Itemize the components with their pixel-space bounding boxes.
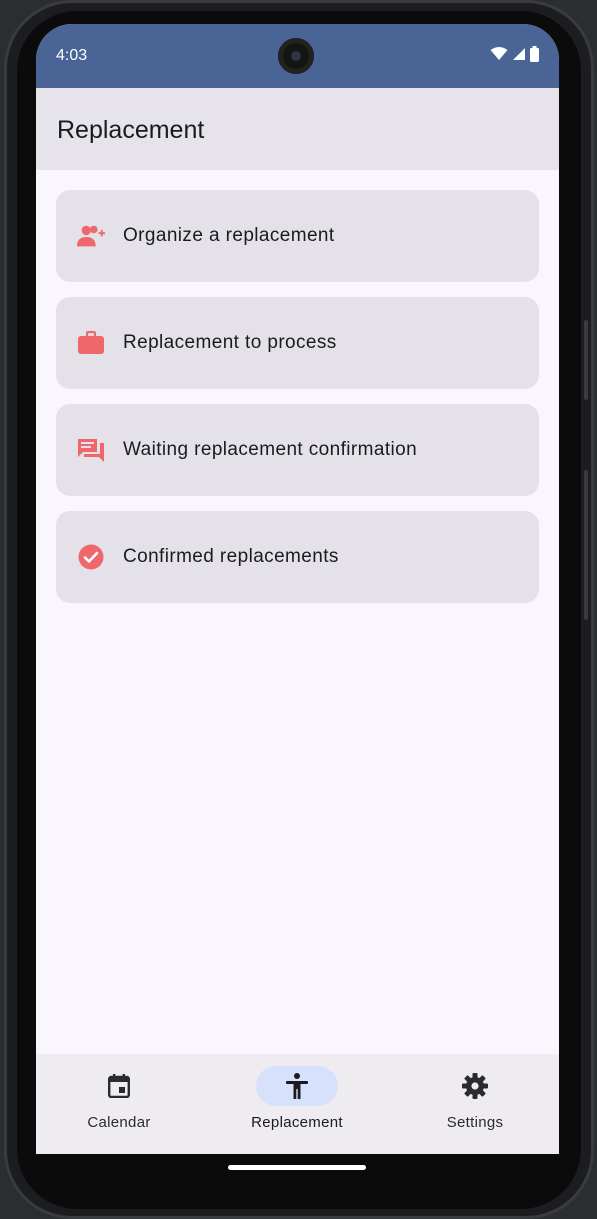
status-icons	[490, 46, 539, 62]
person-add-icon	[76, 221, 106, 251]
waiting-confirmation-item[interactable]: Waiting replacement confirmation	[56, 404, 539, 496]
front-camera	[278, 38, 314, 74]
chat-bubble-icon	[76, 435, 106, 465]
nav-calendar[interactable]: Calendar	[49, 1066, 189, 1146]
organize-replacement-item[interactable]: Organize a replacement	[56, 190, 539, 282]
top-app-bar: Replacement	[36, 88, 559, 170]
nav-pill-active	[256, 1066, 338, 1106]
calendar-icon	[108, 1074, 130, 1098]
confirmed-replacements-item[interactable]: Confirmed replacements	[56, 511, 539, 603]
nav-pill	[78, 1066, 160, 1106]
replacement-menu: Organize a replacement Replacement to pr…	[56, 190, 539, 618]
check-circle-icon	[76, 542, 106, 572]
nav-pill	[434, 1066, 516, 1106]
wifi-icon	[490, 47, 508, 60]
menu-item-label: Waiting replacement confirmation	[123, 439, 418, 460]
nav-label: Settings	[446, 1114, 504, 1131]
nav-label: Calendar	[87, 1114, 151, 1131]
nav-label: Replacement	[251, 1114, 343, 1131]
menu-item-label: Confirmed replacements	[123, 546, 339, 567]
nav-settings[interactable]: Settings	[405, 1066, 545, 1146]
accessibility-icon	[286, 1073, 308, 1099]
gesture-bar-area	[36, 1154, 559, 1192]
gear-icon	[462, 1073, 488, 1099]
app-screen: 4:03 Replacement Organize a replacement	[36, 24, 559, 1154]
status-time: 4:03	[56, 47, 88, 64]
home-indicator[interactable]	[228, 1165, 366, 1170]
volume-button	[584, 320, 588, 400]
cell-signal-icon	[513, 48, 525, 60]
bottom-navigation: Calendar Replacement Settings	[36, 1054, 559, 1154]
battery-icon	[530, 46, 539, 62]
nav-replacement[interactable]: Replacement	[227, 1066, 367, 1146]
replacement-to-process-item[interactable]: Replacement to process	[56, 297, 539, 389]
status-bar: 4:03	[36, 24, 559, 88]
briefcase-icon	[76, 328, 106, 358]
power-button	[584, 470, 588, 620]
page-title: Replacement	[57, 116, 205, 144]
menu-item-label: Replacement to process	[123, 332, 337, 353]
menu-item-label: Organize a replacement	[123, 225, 335, 246]
